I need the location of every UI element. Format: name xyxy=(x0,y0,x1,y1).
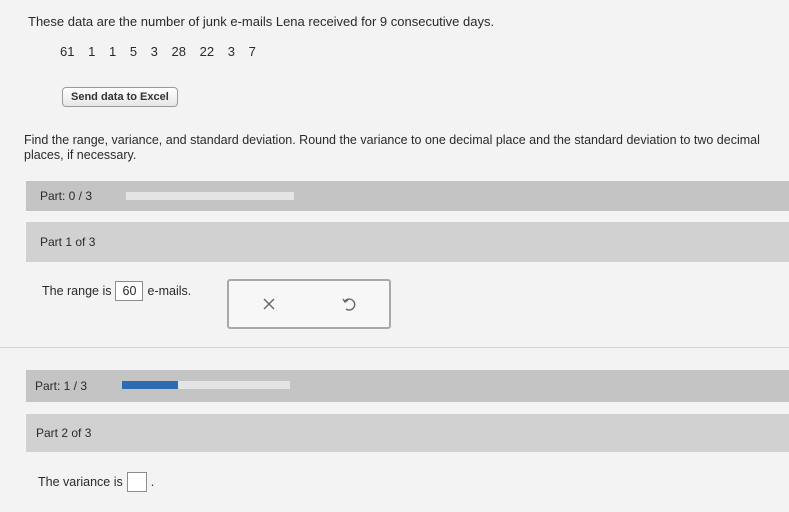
progress-label: Part: 1 / 3 xyxy=(35,379,88,393)
data-values-row: 61 1 1 5 3 28 22 3 7 xyxy=(60,44,266,59)
data-value: 1 xyxy=(108,44,117,59)
answer-action-box xyxy=(227,279,391,329)
question-intro: These data are the number of junk e-mail… xyxy=(28,14,495,29)
variance-suffix: . xyxy=(150,475,155,489)
progress-fill xyxy=(122,381,178,389)
range-answer-line: The range is 60 e-mails. xyxy=(42,281,191,301)
progress-label: Part: 0 / 3 xyxy=(40,189,93,203)
part-header-band: Part 2 of 3 xyxy=(26,414,789,452)
part-header-band: Part 1 of 3 xyxy=(26,222,789,262)
variance-input[interactable] xyxy=(126,472,147,492)
progress-band: Part: 0 / 3 xyxy=(26,181,789,211)
data-value: 3 xyxy=(150,44,158,59)
part-1-header: Part 1 of 3 xyxy=(40,235,96,249)
data-value: 1 xyxy=(88,44,96,59)
data-value: 3 xyxy=(227,44,235,59)
data-value: 22 xyxy=(199,44,215,59)
instructions-text: Find the range, variance, and standard d… xyxy=(24,133,760,162)
range-suffix: e-mails. xyxy=(147,284,192,298)
range-prefix: The range is xyxy=(42,284,112,298)
variance-prefix: The variance is xyxy=(38,475,123,489)
part-2-header: Part 2 of 3 xyxy=(36,426,92,440)
send-to-excel-button[interactable]: Send data to Excel xyxy=(62,87,178,107)
undo-icon[interactable] xyxy=(339,294,359,314)
progress-bar xyxy=(126,192,294,200)
section-divider xyxy=(0,347,789,348)
data-value: 7 xyxy=(248,44,256,59)
data-value: 5 xyxy=(129,44,138,59)
range-input[interactable]: 60 xyxy=(115,281,144,301)
data-value: 61 xyxy=(60,44,75,59)
progress-band: Part: 1 / 3 xyxy=(26,370,789,402)
data-value: 28 xyxy=(171,44,186,59)
variance-answer-line: The variance is . xyxy=(38,472,154,492)
progress-bar xyxy=(122,381,290,389)
x-icon[interactable] xyxy=(259,294,279,314)
